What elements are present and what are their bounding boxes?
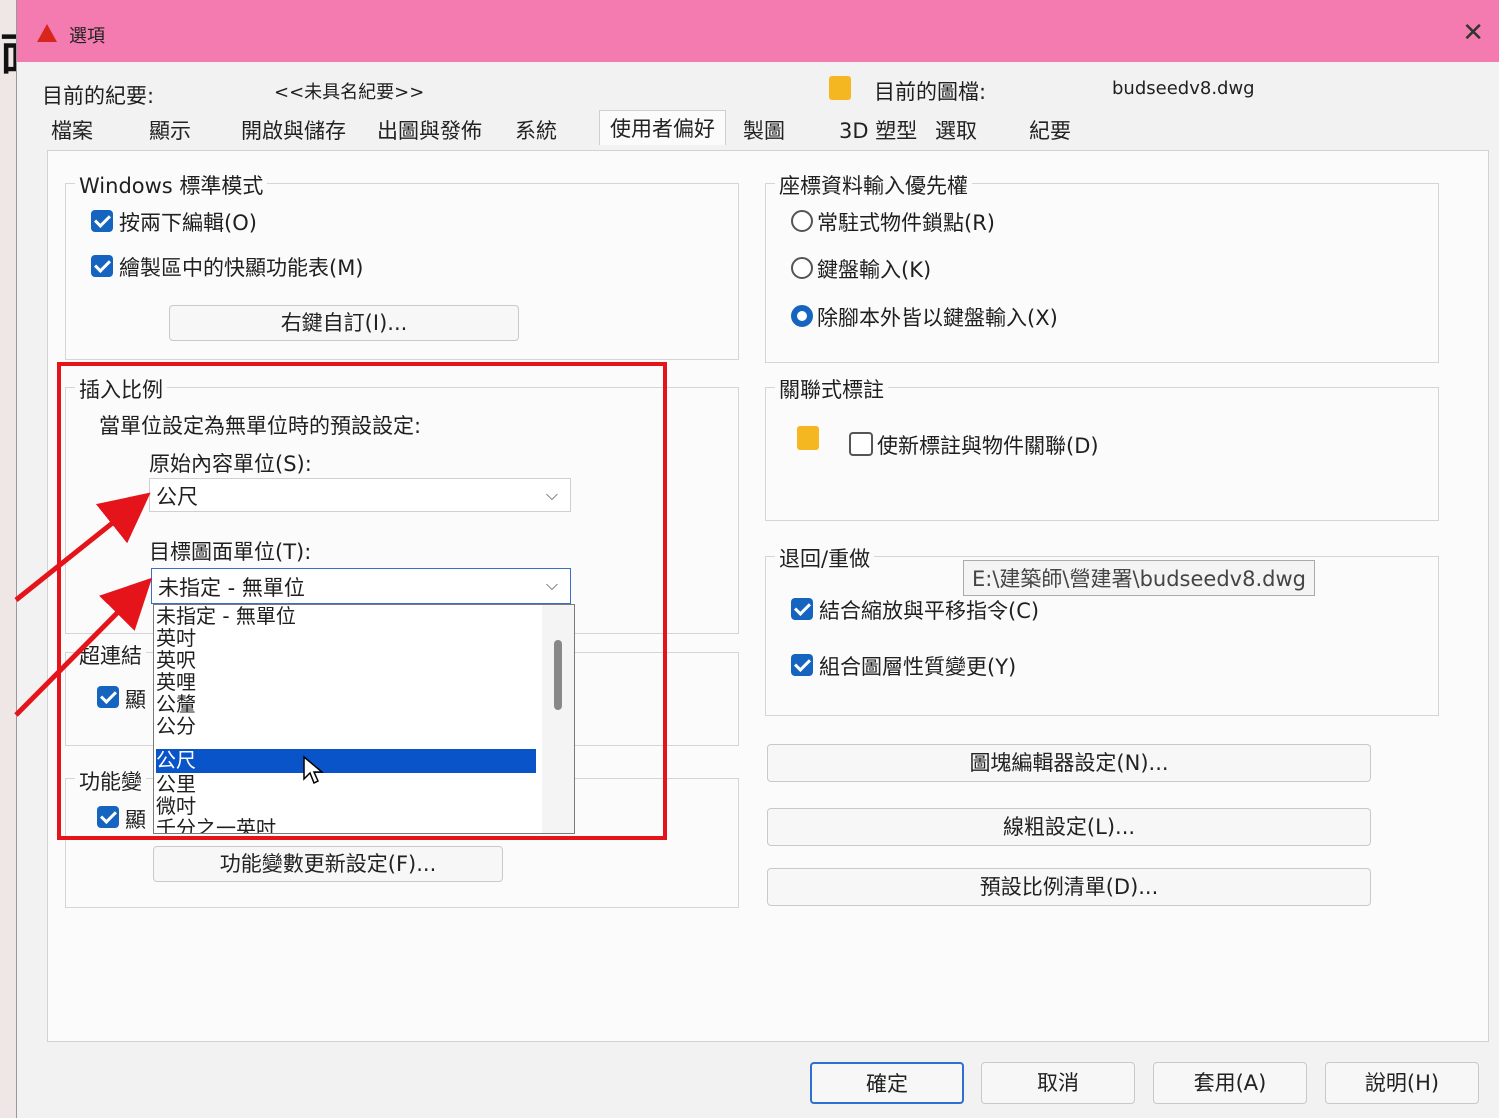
arrow-to-source-units	[14, 492, 151, 602]
arrow-to-target-units	[14, 577, 153, 717]
annotation-arrows	[14, 492, 153, 717]
